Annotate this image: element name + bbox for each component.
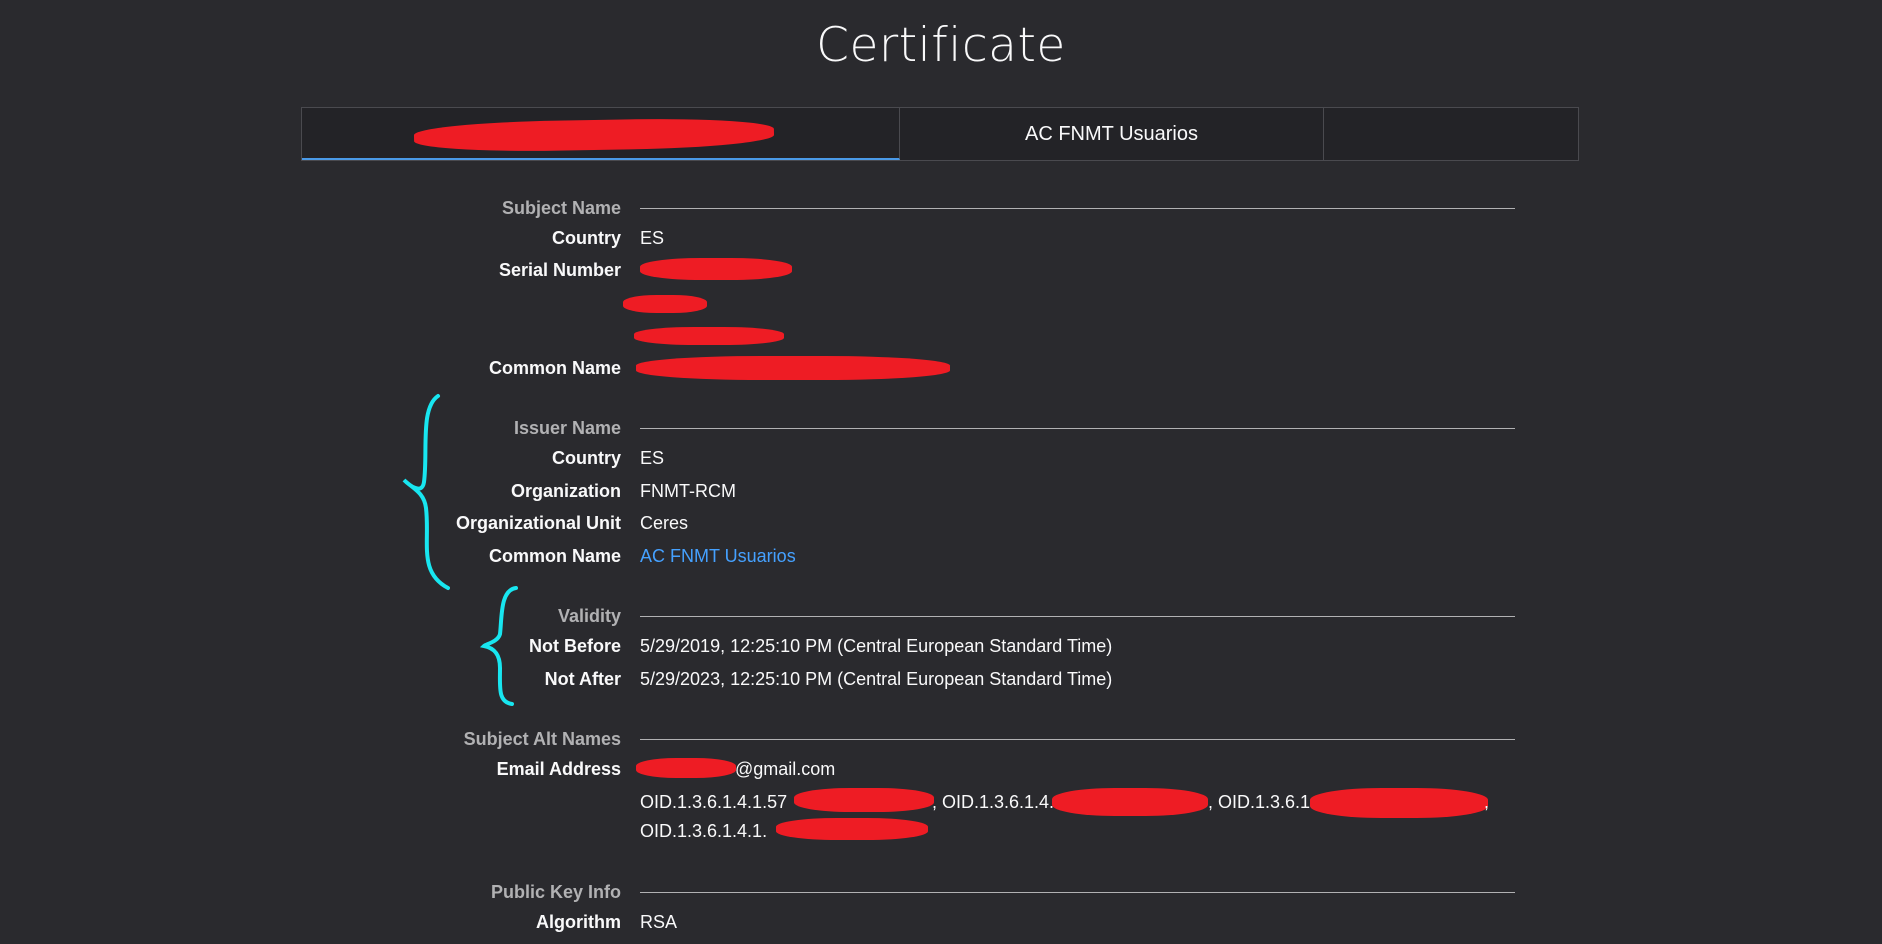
section-divider: [640, 892, 1515, 893]
issuer-organization-label: Organization: [510, 481, 621, 501]
page-title: Certificate: [816, 18, 1066, 73]
redaction-mark: [640, 258, 792, 280]
public-key-info-heading: Public Key Info: [490, 882, 621, 902]
issuer-common-name-label: Common Name: [488, 546, 621, 566]
annotation-brace: [480, 586, 518, 706]
issuer-name-heading: Issuer Name: [513, 418, 621, 438]
issuer-common-name-link[interactable]: AC FNMT Usuarios: [640, 546, 796, 567]
redaction-mark: [1310, 788, 1488, 818]
subject-country-label: Country: [552, 228, 621, 248]
issuer-country-label: Country: [552, 448, 621, 468]
not-before-label: Not Before: [528, 636, 621, 656]
certificate-viewer: Certificate AC FNMT Usuarios Subject Nam…: [0, 0, 1882, 944]
issuer-org-unit-value: Ceres: [640, 513, 689, 533]
oid-separator: ,: [1484, 792, 1490, 812]
annotation-brace: [402, 394, 450, 590]
tab-label: AC FNMT Usuarios: [1025, 122, 1198, 145]
redaction-mark: [1052, 788, 1208, 816]
tab-root-certificate[interactable]: [1324, 108, 1578, 160]
redaction-mark: [636, 758, 736, 778]
redaction-mark: [634, 327, 784, 345]
redaction-mark: [413, 116, 775, 154]
certificate-tabs: AC FNMT Usuarios: [301, 107, 1579, 161]
not-before-value: 5/29/2019, 12:25:10 PM (Central European…: [640, 636, 1113, 656]
issuer-organization-value: FNMT-RCM: [640, 481, 736, 501]
section-divider: [640, 739, 1515, 740]
issuer-country-value: ES: [640, 448, 665, 468]
section-divider: [640, 616, 1515, 617]
oid-entry: OID.1.3.6.1.4.1.: [640, 821, 768, 841]
section-divider: [640, 208, 1515, 209]
email-address-value: @gmail.com: [735, 759, 836, 779]
email-address-label: Email Address: [496, 759, 621, 779]
issuer-org-unit-label: Organizational Unit: [455, 513, 621, 533]
not-after-label: Not After: [544, 669, 621, 689]
tab-subject-certificate[interactable]: [302, 108, 900, 160]
redaction-mark: [636, 356, 950, 380]
oid-entry: OID.1.3.6.1.4.1.57: [640, 792, 788, 812]
oid-entry: , OID.1.3.6.1.4: [1208, 792, 1326, 812]
redaction-mark: [623, 295, 707, 313]
not-after-value: 5/29/2023, 12:25:10 PM (Central European…: [640, 669, 1113, 689]
subject-common-name-label: Common Name: [488, 358, 621, 378]
subject-serial-label: Serial Number: [498, 260, 621, 280]
redaction-mark: [776, 818, 928, 840]
validity-heading: Validity: [557, 606, 621, 626]
redaction-mark: [794, 788, 934, 812]
subject-country-value: ES: [640, 228, 665, 248]
oid-entry: , OID.1.3.6.1.4.1: [932, 792, 1065, 812]
section-divider: [640, 428, 1515, 429]
algorithm-label: Algorithm: [536, 912, 621, 932]
tab-ac-fnmt-usuarios[interactable]: AC FNMT Usuarios: [900, 108, 1324, 160]
subject-alt-names-heading: Subject Alt Names: [463, 729, 621, 749]
algorithm-value: RSA: [640, 912, 678, 932]
subject-name-heading: Subject Name: [501, 198, 621, 218]
